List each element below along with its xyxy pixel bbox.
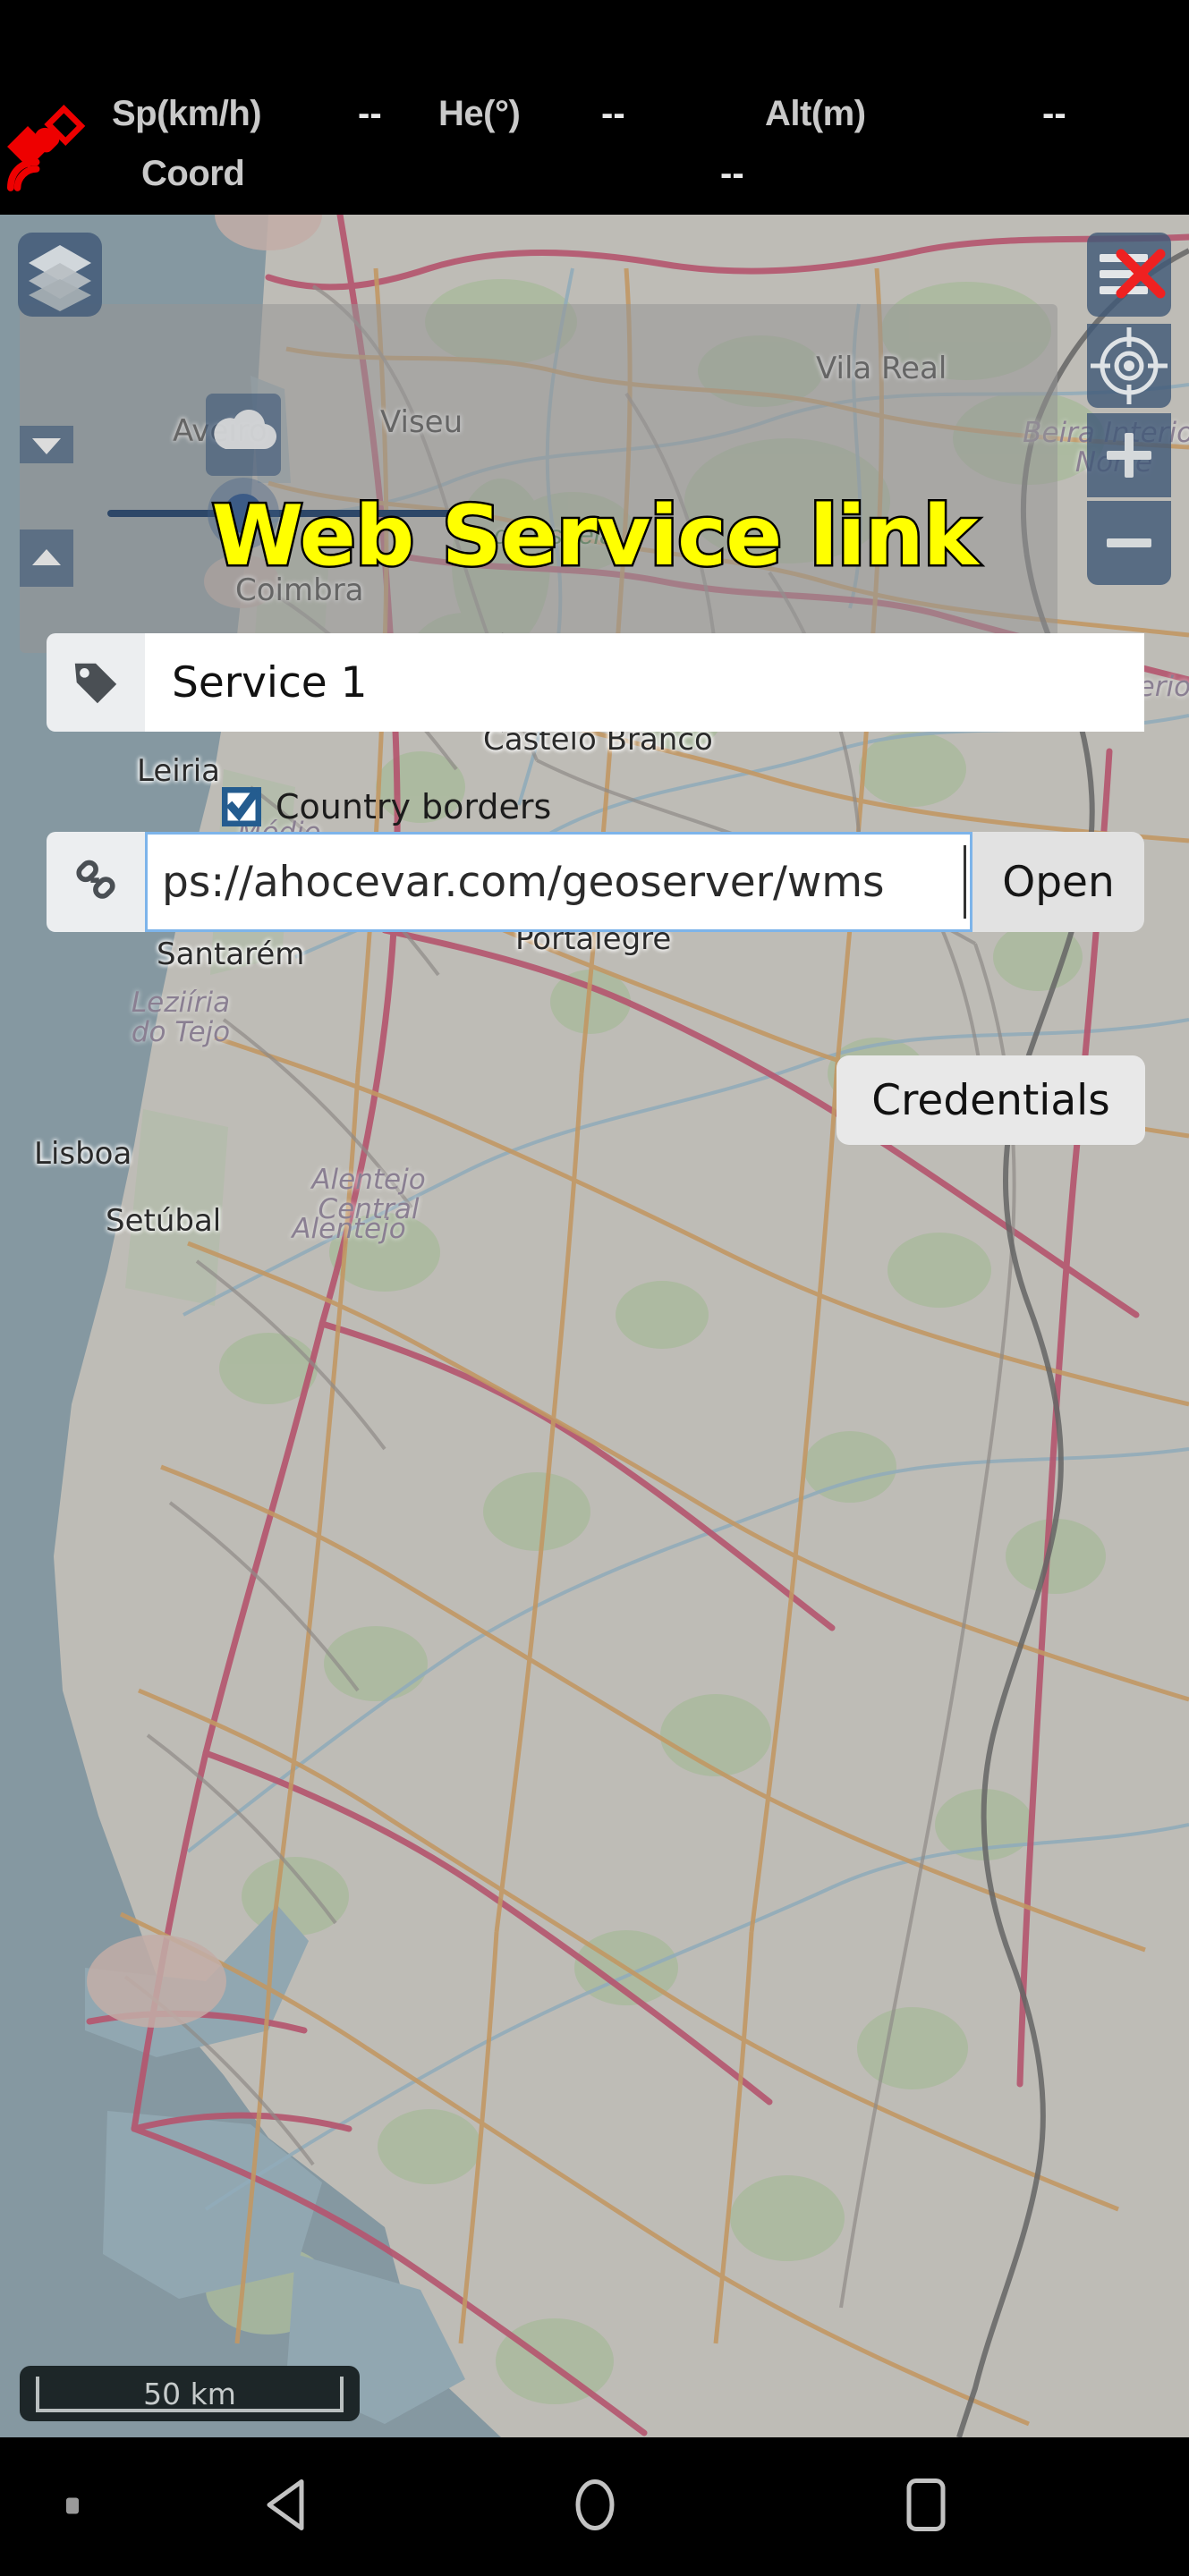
map-place-label: Lisboa bbox=[34, 1136, 132, 1172]
map-region-label: Leziíria do Tejo bbox=[131, 987, 231, 1048]
coord-value: -- bbox=[720, 154, 744, 193]
map-scale-bar: 50 km bbox=[20, 2366, 360, 2421]
back-triangle-icon bbox=[267, 2479, 304, 2530]
map-place-label: Santarém bbox=[157, 936, 305, 972]
link-icon bbox=[76, 860, 115, 899]
locate-button[interactable] bbox=[1087, 324, 1171, 408]
service-name-row bbox=[47, 633, 1144, 732]
dialog-title: Web Service link bbox=[209, 486, 981, 587]
layers-icon bbox=[29, 245, 91, 311]
tag-icon-box bbox=[47, 633, 145, 732]
layer-settings-panel bbox=[20, 304, 1057, 653]
coord-label: Coord bbox=[141, 154, 245, 193]
android-nav-bar bbox=[0, 2437, 1189, 2576]
recents-square-icon bbox=[906, 2478, 946, 2531]
chevron-down-icon bbox=[32, 438, 61, 454]
text-caret bbox=[964, 845, 966, 919]
cloud-layer-button[interactable] bbox=[206, 394, 281, 476]
open-button[interactable]: Open bbox=[972, 832, 1144, 932]
speed-label: Sp(km/h) bbox=[112, 94, 262, 133]
gps-status-bar: Sp(km/h) -- He(°) -- Alt(m) -- Coord -- bbox=[0, 0, 1189, 215]
scale-bar-label: 50 km bbox=[143, 2376, 236, 2411]
menu-close-icon bbox=[1100, 249, 1166, 299]
service-url-row: Open bbox=[47, 832, 1144, 932]
heading-value: -- bbox=[601, 94, 625, 133]
country-borders-label: Country borders bbox=[276, 787, 552, 826]
back-button[interactable] bbox=[255, 2469, 327, 2545]
map-place-label: Setúbal bbox=[106, 1203, 222, 1239]
speed-value: -- bbox=[358, 94, 382, 133]
map-place-label: Leiria bbox=[137, 753, 220, 789]
map-region-label: Alentejo bbox=[292, 1213, 406, 1245]
home-button[interactable] bbox=[559, 2469, 631, 2545]
service-name-input[interactable] bbox=[145, 633, 1144, 732]
tag-icon bbox=[74, 663, 117, 704]
heading-label: He(°) bbox=[438, 94, 521, 133]
plus-icon bbox=[1107, 433, 1151, 478]
map-view[interactable]: Vila RealAveiroViseuCoimbraCastelo Branc… bbox=[0, 215, 1189, 2437]
altitude-label: Alt(m) bbox=[765, 94, 866, 133]
recents-button[interactable] bbox=[890, 2469, 962, 2545]
zoom-in-button[interactable] bbox=[1087, 413, 1171, 497]
country-borders-checkbox-row[interactable]: Country borders bbox=[222, 787, 551, 826]
home-circle-icon bbox=[575, 2479, 615, 2530]
service-url-input-wrap[interactable] bbox=[145, 832, 972, 932]
crosshair-target-icon bbox=[1091, 327, 1168, 404]
checkbox-checked-icon[interactable] bbox=[222, 787, 261, 826]
service-url-input[interactable] bbox=[148, 857, 970, 907]
close-menu-button[interactable] bbox=[1087, 233, 1171, 317]
credentials-button[interactable]: Credentials bbox=[837, 1055, 1145, 1145]
hide-keyboard-icon bbox=[66, 2497, 79, 2513]
link-icon-box bbox=[47, 832, 145, 932]
cloud-icon bbox=[214, 410, 277, 450]
satellite-icon[interactable] bbox=[7, 97, 93, 195]
layers-button[interactable] bbox=[18, 233, 102, 317]
panel-collapse-button[interactable] bbox=[20, 426, 73, 463]
altitude-value: -- bbox=[1042, 94, 1066, 133]
hide-keyboard-button[interactable] bbox=[63, 2488, 82, 2525]
app-root: Sp(km/h) -- He(°) -- Alt(m) -- Coord -- bbox=[0, 0, 1189, 2576]
